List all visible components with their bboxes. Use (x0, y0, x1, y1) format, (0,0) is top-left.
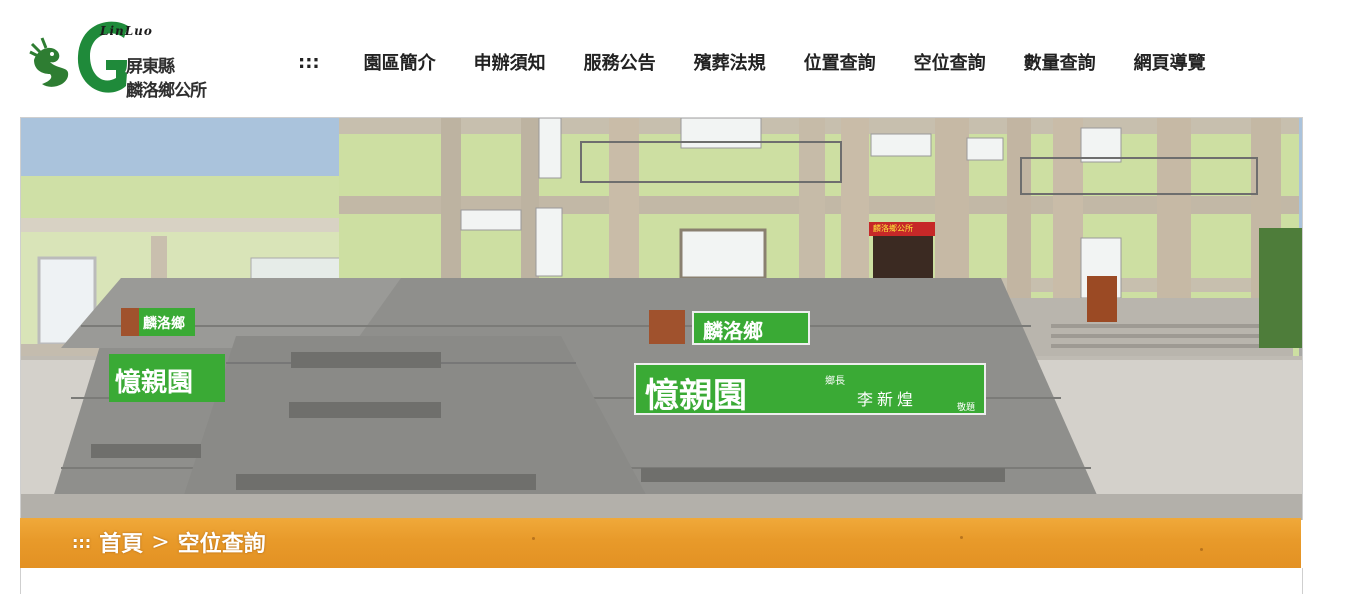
nav-quantity-query[interactable]: 數量查詢 (1024, 49, 1096, 75)
nav-application-guide[interactable]: 申辦須知 (474, 49, 546, 75)
breadcrumb-separator: > (151, 529, 170, 555)
logo-county-name: 屏東縣 (126, 57, 175, 77)
nav-park-intro[interactable]: 園區簡介 (364, 49, 436, 75)
sign-main-text: 憶親園 (645, 376, 747, 416)
sign-title-text: 鄉長 (825, 376, 845, 387)
nav-service-notices[interactable]: 服務公告 (584, 49, 656, 75)
breadcrumb-bar: ::: 首頁 > 空位查詢 (20, 518, 1301, 568)
logo-office-name: 麟洛鄉公所 (126, 81, 207, 101)
nav-vacancy-query[interactable]: 空位查詢 (914, 49, 986, 75)
texture-speck (1200, 548, 1203, 551)
sign-inscribed-text: 敬題 (957, 403, 976, 413)
nav-sitemap[interactable]: 網頁導覽 (1134, 49, 1206, 75)
breadcrumb-accesskey[interactable]: ::: (72, 533, 91, 552)
logo-english-name: LinLuo (100, 24, 153, 38)
site-header: LinLuo 屏東縣 麟洛鄉公所 ::: 園區簡介 申辦須知 服務公告 殯葬法規… (0, 0, 1352, 118)
nav-location-query[interactable]: 位置查詢 (804, 49, 876, 75)
sign-name-text: 李新煌 (857, 390, 918, 409)
site-logo[interactable]: LinLuo 屏東縣 麟洛鄉公所 (28, 12, 228, 102)
accesskey-link[interactable]: ::: (298, 52, 320, 73)
texture-speck (532, 537, 535, 540)
content-area (20, 568, 1303, 594)
sign-left-small-text: 麟洛鄉 (143, 316, 185, 332)
breadcrumb: ::: 首頁 > 空位查詢 (72, 526, 274, 558)
breadcrumb-current: 空位查詢 (177, 532, 266, 557)
nav-funeral-regulations[interactable]: 殯葬法規 (694, 49, 766, 75)
sign-small-text: 麟洛鄉 (703, 319, 763, 343)
breadcrumb-home-link[interactable]: 首頁 (99, 526, 143, 558)
main-nav: ::: 園區簡介 申辦須知 服務公告 殯葬法規 位置查詢 空位查詢 數量查詢 網… (298, 48, 1244, 76)
red-banner-text: 麟洛鄉公所 (873, 224, 913, 233)
banner-photo (21, 118, 1302, 520)
sign-left-main-text: 憶親園 (115, 368, 194, 398)
texture-speck (960, 536, 963, 539)
hero-banner: 麟洛鄉 憶親園 麟洛鄉 憶親園 鄉長 李新煌 敬題 麟洛鄉公所 (20, 117, 1303, 520)
